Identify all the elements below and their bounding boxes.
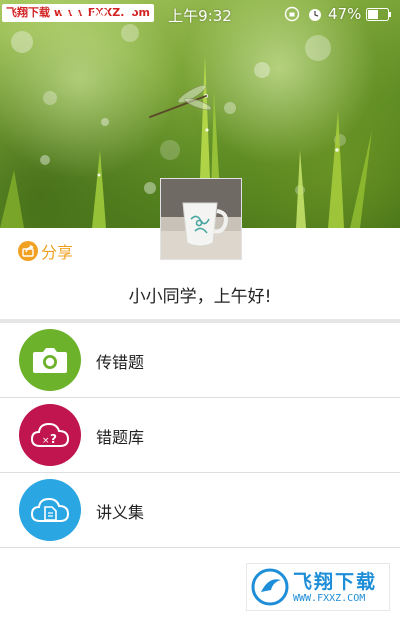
watermark-icon: [251, 568, 289, 606]
menu-item-mistake-library[interactable]: × ? 错题库: [0, 398, 400, 473]
watermark-title: 飞翔下载: [293, 571, 378, 593]
menu-item-label: 错题库: [96, 428, 145, 447]
greeting-text: 小小同学，上午好!: [128, 287, 272, 307]
question-cloud-icon: × ?: [19, 404, 81, 466]
menu-item-label: 讲义集: [96, 503, 145, 522]
share-label: 分享: [41, 243, 74, 262]
svg-text:?: ?: [50, 432, 57, 446]
menu-item-label: 传错题: [96, 353, 145, 372]
svg-text:×: ×: [42, 436, 50, 446]
menu-item-upload-mistake[interactable]: 传错题: [0, 323, 400, 398]
status-bar: 飞翔下载 www.FXXZ.com 上午9:32 47%: [0, 0, 400, 30]
avatar[interactable]: [160, 178, 242, 260]
main-menu: 传错题 × ? 错题库 讲义集: [0, 323, 400, 548]
watermark-url: WWW.FXXZ.COM: [293, 593, 366, 604]
menu-item-handout-collection[interactable]: 讲义集: [0, 473, 400, 548]
share-button[interactable]: 分享: [18, 240, 73, 262]
camera-icon: [19, 329, 81, 391]
battery-percent: 47%: [328, 5, 362, 23]
watermark-logo: 飞翔下载 WWW.FXXZ.COM: [246, 563, 390, 611]
document-cloud-icon: [19, 479, 81, 541]
share-icon: [18, 241, 38, 261]
teacup-photo: [161, 179, 241, 259]
